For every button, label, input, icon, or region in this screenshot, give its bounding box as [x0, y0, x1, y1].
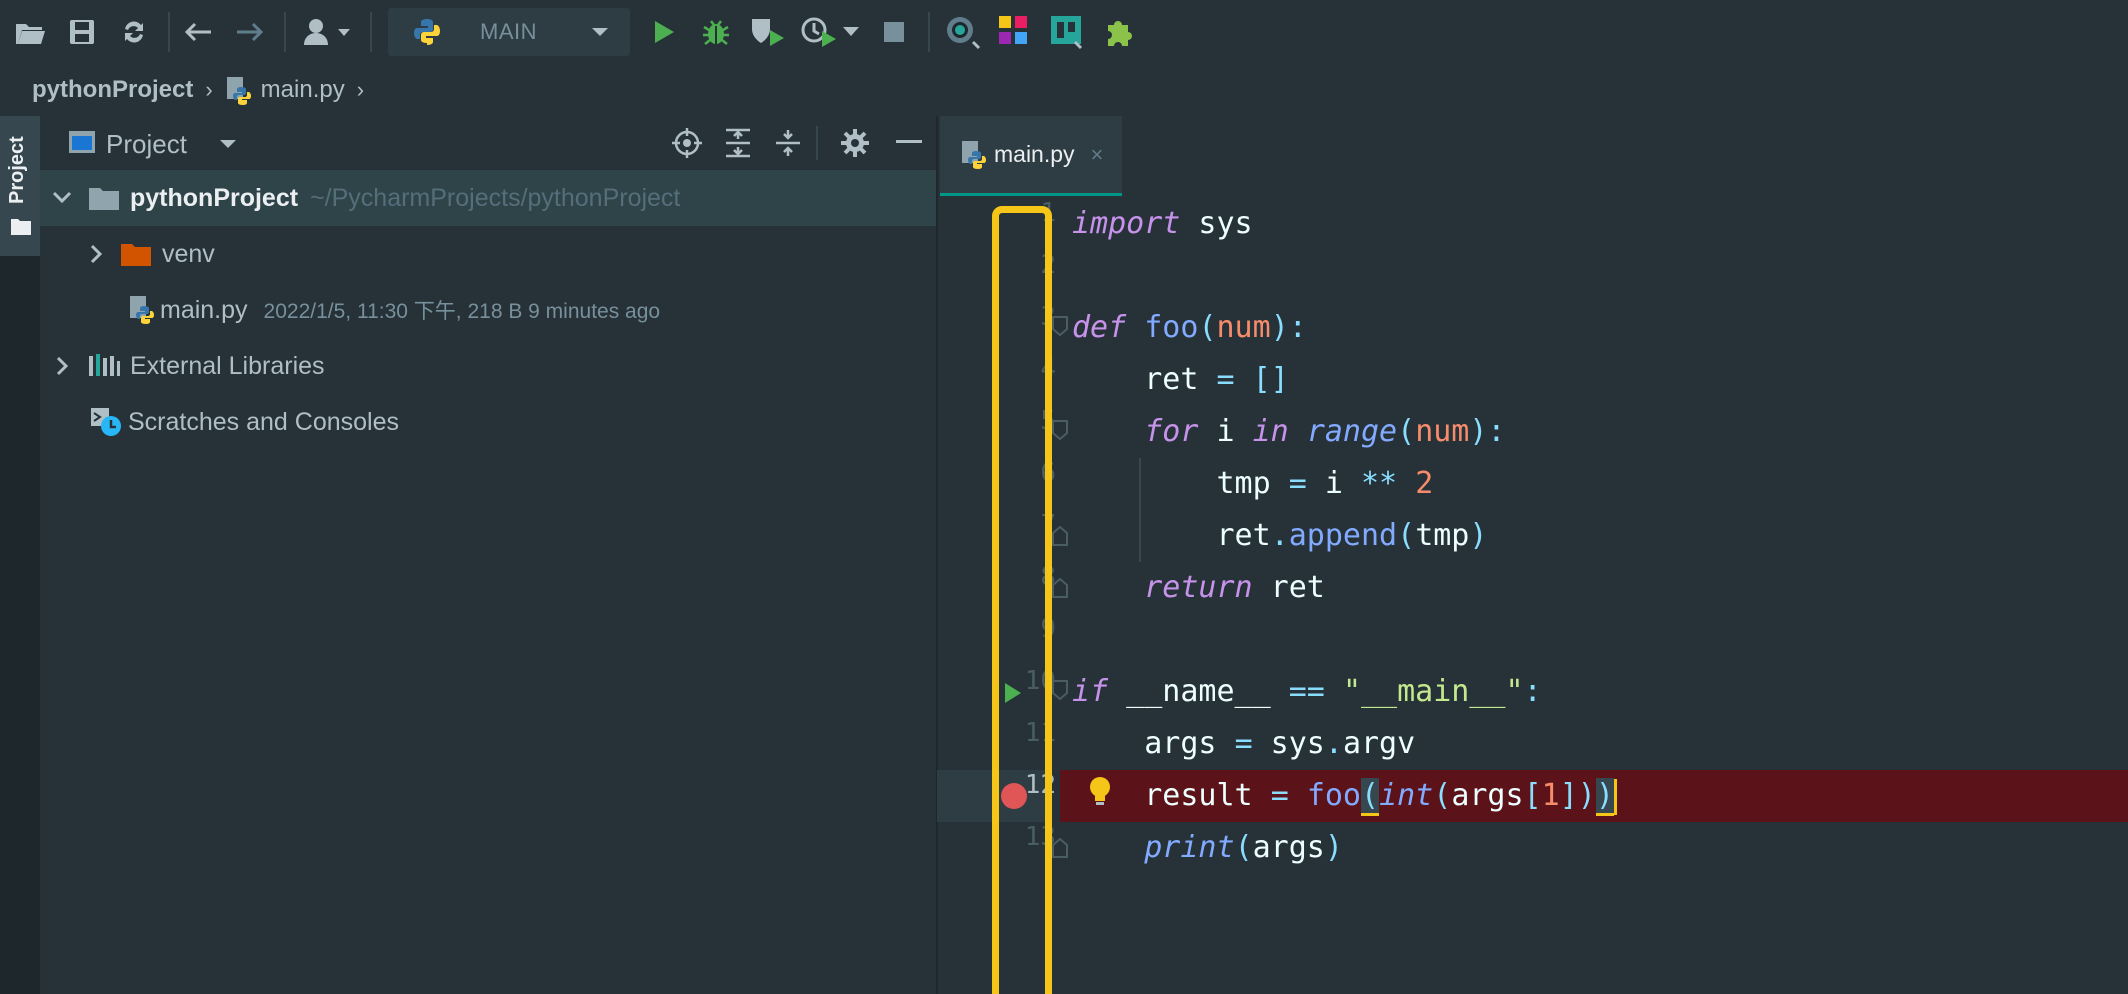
collapse-all-icon[interactable] — [774, 128, 802, 158]
fold-end-icon[interactable] — [1052, 838, 1068, 858]
datalore-icon[interactable] — [1044, 12, 1090, 52]
tree-item-venv[interactable]: venv — [40, 226, 936, 282]
tree-item-project-root[interactable]: pythonProject ~/PycharmProjects/pythonPr… — [40, 170, 936, 226]
text-cursor — [1613, 778, 1617, 815]
folder-icon — [11, 219, 31, 235]
tab-label: main.py — [994, 141, 1075, 167]
code-line-11[interactable]: args = sys.argv — [1072, 718, 1415, 770]
run-icon[interactable] — [644, 12, 684, 52]
code-line-3[interactable]: def foo(num): — [1072, 302, 1307, 354]
project-panel: Project pythonProject ~/PycharmProjects/… — [40, 116, 936, 994]
gear-icon[interactable] — [840, 128, 870, 158]
tree-item-label: pythonProject — [130, 183, 299, 212]
open-folder-icon[interactable] — [10, 12, 50, 52]
toolbar-separator — [928, 12, 930, 52]
editor-tab-main-py[interactable]: main.py × — [940, 116, 1122, 196]
run-configuration-label: MAIN — [480, 19, 537, 44]
back-arrow-icon[interactable] — [178, 12, 218, 52]
breadcrumb-project[interactable]: pythonProject — [32, 76, 193, 104]
tree-item-label: main.py — [160, 295, 248, 324]
code-line-4[interactable]: ret = [] — [1072, 354, 1289, 406]
code-line-6[interactable]: tmp = i ** 2 — [1072, 458, 1433, 510]
project-stripe-label: Project — [6, 136, 28, 204]
fold-marker-icon[interactable] — [1052, 420, 1068, 440]
tree-item-scratches[interactable]: Scratches and Consoles — [40, 394, 936, 450]
python-icon — [414, 19, 440, 45]
save-icon[interactable] — [62, 12, 102, 52]
codewithme-icon[interactable] — [940, 12, 986, 52]
python-file-icon — [962, 140, 986, 169]
folder-icon — [89, 188, 119, 210]
fold-marker-icon[interactable] — [1052, 680, 1068, 700]
close-icon[interactable]: × — [1091, 142, 1104, 168]
code-line-7[interactable]: ret.append(tmp) — [1072, 510, 1487, 562]
tree-item-path: ~/PycharmProjects/pythonProject — [310, 183, 681, 212]
project-panel-title[interactable]: Project — [106, 129, 187, 160]
python-file-icon — [130, 296, 154, 324]
code-line-8[interactable]: return ret — [1072, 562, 1325, 614]
tree-item-label: venv — [162, 239, 215, 268]
vcs-user-icon[interactable] — [298, 12, 358, 52]
gutter-highlight-annotation — [992, 206, 1052, 994]
main-toolbar: MAIN — [0, 0, 2128, 64]
code-line-10[interactable]: if __name__ == "__main__": — [1072, 666, 1542, 718]
sync-icon[interactable] — [114, 12, 154, 52]
tree-item-label: Scratches and Consoles — [128, 407, 399, 436]
chevron-down-icon — [592, 28, 608, 36]
project-tool-window-button[interactable]: Project — [0, 116, 40, 256]
plugins-grid-icon[interactable] — [992, 12, 1038, 52]
library-icon — [89, 354, 120, 376]
code-line-13[interactable]: print(args) — [1072, 822, 1343, 874]
run-configuration-selector[interactable]: MAIN — [388, 8, 630, 56]
fold-end-icon[interactable] — [1052, 578, 1068, 598]
python-file-icon — [226, 77, 251, 105]
breadcrumb-file[interactable]: main.py — [261, 76, 345, 104]
chevron-right-icon: › — [205, 77, 213, 102]
chevron-down-icon[interactable] — [52, 191, 72, 205]
run-with-coverage-icon[interactable] — [744, 12, 792, 52]
tree-item-main-py[interactable]: main.py 2022/1/5, 11:30 下午, 218 B 9 minu… — [40, 282, 936, 338]
tree-item-meta: 2022/1/5, 11:30 下午, 218 B 9 minutes ago — [263, 300, 661, 323]
code-line-1[interactable]: import sys — [1072, 198, 1253, 250]
forward-arrow-icon[interactable] — [230, 12, 270, 52]
code-line-5[interactable]: for i in range(num): — [1072, 406, 1505, 458]
chevron-right-icon[interactable] — [90, 244, 104, 264]
minimize-icon[interactable] — [896, 140, 922, 144]
project-view-icon — [69, 131, 95, 153]
locate-crosshair-icon[interactable] — [672, 128, 702, 158]
debug-icon[interactable] — [696, 12, 736, 52]
tree-item-external-libraries[interactable]: External Libraries — [40, 338, 936, 394]
toolbar-separator — [370, 12, 372, 52]
navigation-breadcrumb: pythonProject › main.py › — [0, 64, 2128, 116]
chevron-right-icon: › — [356, 77, 365, 102]
fold-marker-icon[interactable] — [1052, 316, 1068, 336]
more-run-options-icon[interactable] — [836, 12, 866, 52]
chevron-right-icon[interactable] — [56, 356, 70, 376]
chevron-down-icon[interactable] — [218, 138, 238, 150]
project-panel-header: Project — [40, 116, 936, 168]
scratches-icon — [91, 408, 121, 436]
folder-icon — [121, 244, 151, 266]
toolbar-separator — [168, 12, 170, 52]
fold-end-icon[interactable] — [1052, 526, 1068, 546]
tree-item-label: External Libraries — [130, 351, 325, 380]
header-separator — [816, 126, 818, 160]
code-line-12[interactable]: result = foo(int(args[1])) — [1072, 770, 1617, 822]
stop-icon[interactable] — [874, 12, 914, 52]
expand-all-icon[interactable] — [724, 128, 752, 158]
puzzle-plugin-icon[interactable] — [1096, 12, 1142, 52]
toolbar-separator — [284, 12, 286, 52]
